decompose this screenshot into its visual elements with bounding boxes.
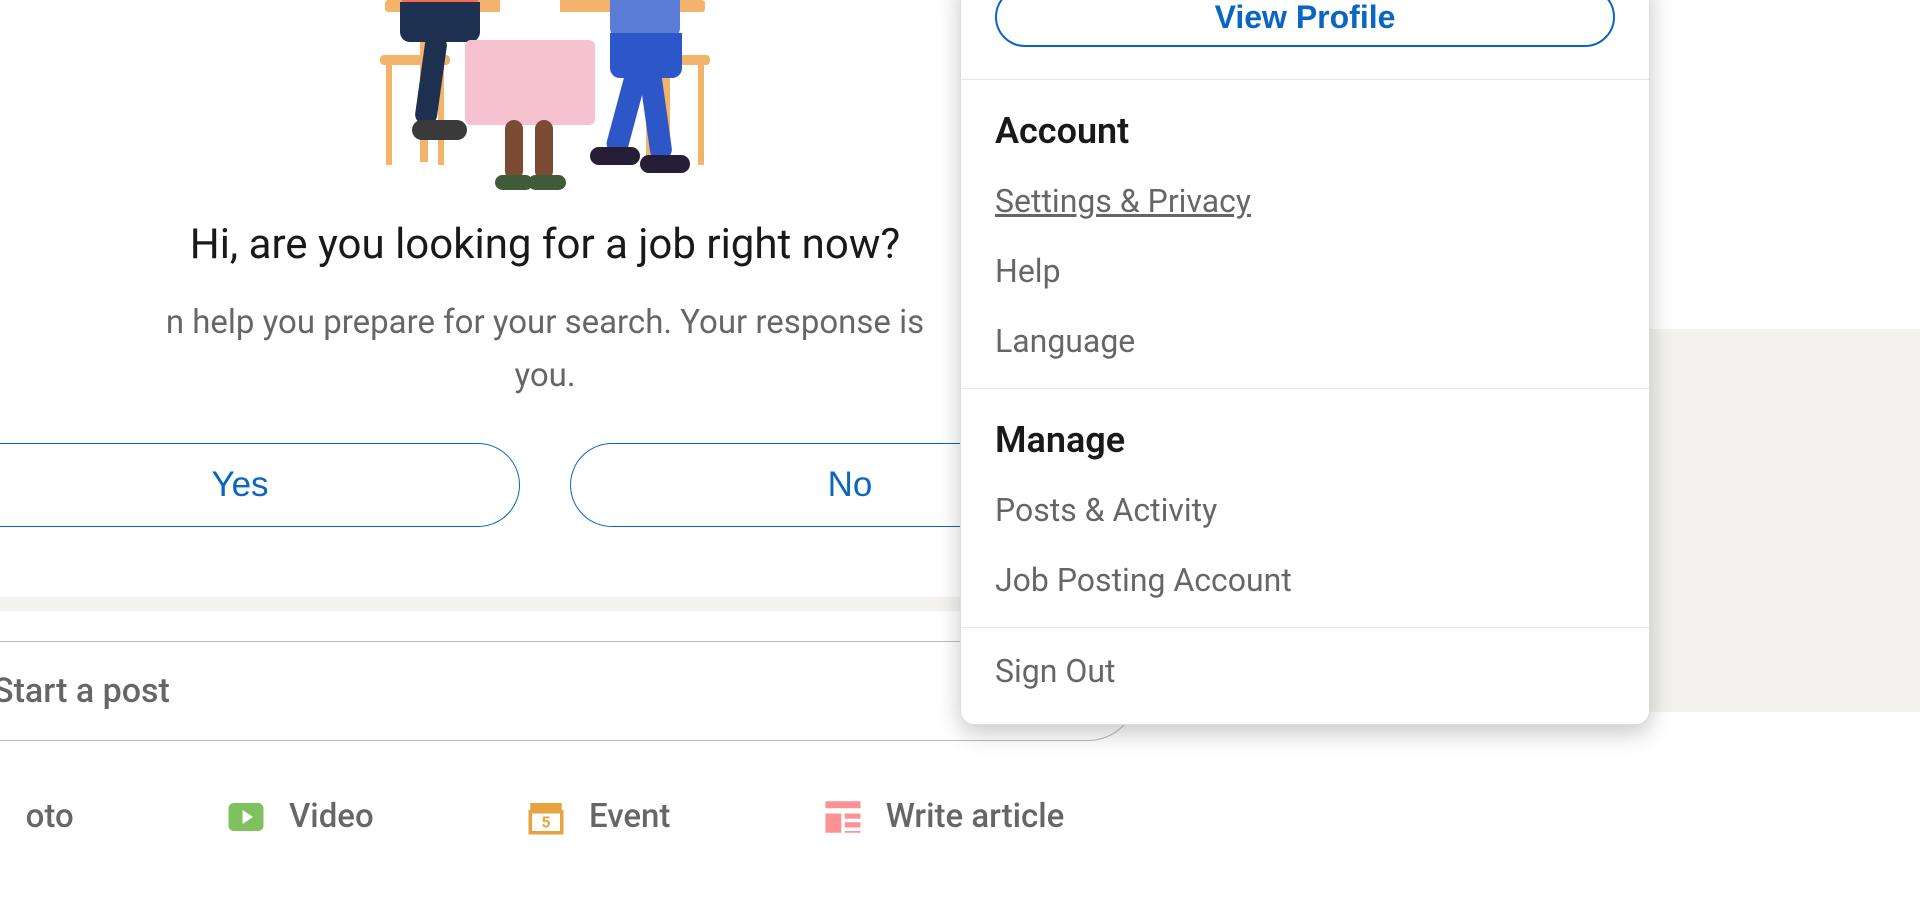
me-dropdown-menu: View Profile Account Settings & Privacy … xyxy=(960,0,1650,725)
yes-button[interactable]: Yes xyxy=(0,443,520,527)
write-article-button[interactable]: Write article xyxy=(822,796,1065,838)
start-post-label: Start a post xyxy=(0,671,170,711)
menu-section-account-title: Account xyxy=(961,80,1649,166)
video-button[interactable]: Video xyxy=(225,796,374,838)
event-button[interactable]: 5 Event xyxy=(525,796,670,838)
svg-text:5: 5 xyxy=(541,812,550,831)
menu-sign-out[interactable]: Sign Out xyxy=(961,628,1649,720)
calendar-icon: 5 xyxy=(525,796,567,838)
menu-job-posting-account[interactable]: Job Posting Account xyxy=(961,545,1649,627)
menu-language[interactable]: Language xyxy=(961,306,1649,388)
video-label: Video xyxy=(289,797,374,836)
job-prompt-illustration xyxy=(385,0,705,165)
job-prompt-sub-line2: you. xyxy=(514,356,575,395)
view-profile-button[interactable]: View Profile xyxy=(995,0,1615,47)
photo-label: oto xyxy=(26,797,74,836)
menu-help[interactable]: Help xyxy=(961,236,1649,306)
menu-settings-privacy[interactable]: Settings & Privacy xyxy=(961,166,1649,236)
article-icon xyxy=(822,796,864,838)
write-article-label: Write article xyxy=(886,797,1065,836)
composer-media-row: oto Video 5 Event Write article xyxy=(0,796,1150,858)
menu-section-manage-title: Manage xyxy=(961,389,1649,475)
photo-button[interactable]: oto xyxy=(26,797,74,836)
menu-posts-activity[interactable]: Posts & Activity xyxy=(961,475,1649,545)
event-label: Event xyxy=(589,797,670,836)
job-prompt-sub-line1: n help you prepare for your search. Your… xyxy=(166,303,924,342)
video-play-icon xyxy=(225,796,267,838)
